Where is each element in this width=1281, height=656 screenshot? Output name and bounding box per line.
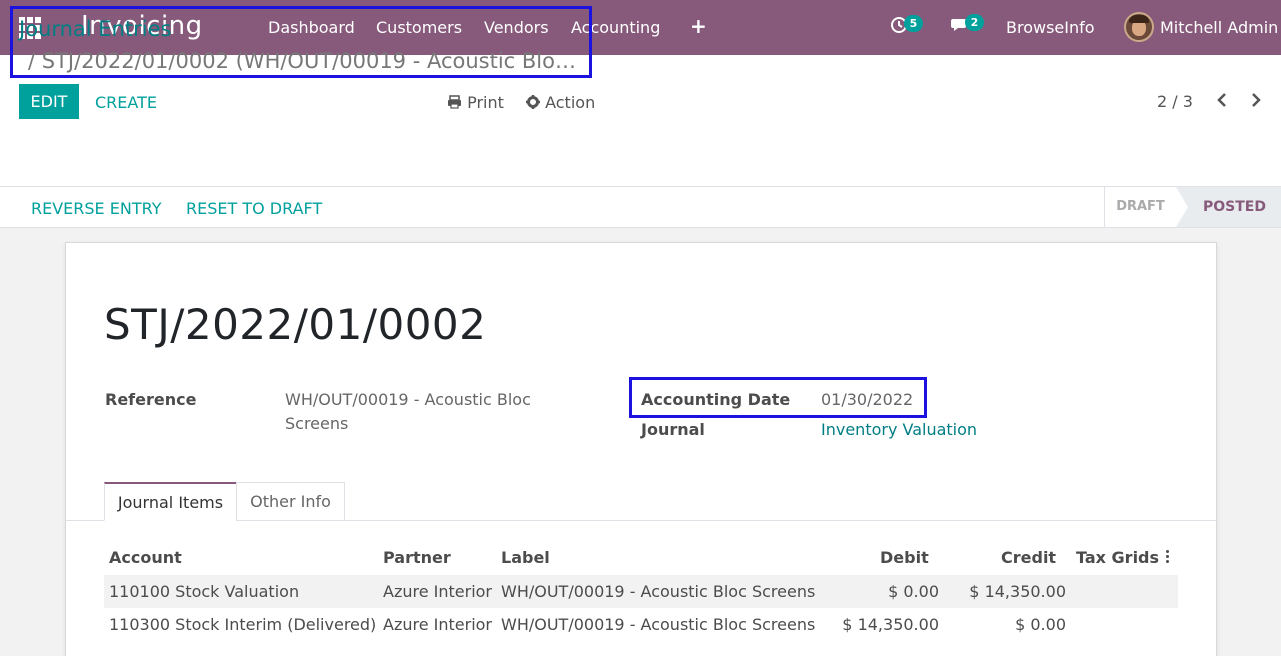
table-row[interactable]: 110300 Stock Interim (Delivered) Azure I… xyxy=(104,608,1178,641)
reset-to-draft-button[interactable]: RESET TO DRAFT xyxy=(186,199,322,218)
create-button[interactable]: CREATE xyxy=(95,93,157,112)
accounting-date-label: Accounting Date xyxy=(641,390,791,409)
chevron-left-icon[interactable] xyxy=(1216,89,1228,113)
journal-label: Journal xyxy=(641,420,705,439)
status-bar: REVERSE ENTRY RESET TO DRAFT DRAFT POSTE… xyxy=(0,187,1281,228)
cell-credit: $ 0.00 xyxy=(1015,615,1066,634)
print-label: Print xyxy=(467,93,504,112)
cell-partner: Azure Interior xyxy=(383,615,493,634)
activity-count-badge: 5 xyxy=(904,15,923,32)
stage-draft: DRAFT xyxy=(1104,187,1176,227)
column-tax-grids[interactable]: Tax Grids xyxy=(1076,548,1159,567)
action-label: Action xyxy=(545,93,596,112)
user-avatar[interactable] xyxy=(1124,12,1154,42)
print-icon xyxy=(448,95,461,109)
print-dropdown[interactable]: Print xyxy=(447,93,504,112)
accounting-date-value: 01/30/2022 xyxy=(821,390,914,409)
message-count-badge: 2 xyxy=(965,14,984,31)
cell-label: WH/OUT/00019 - Acoustic Bloc Screens xyxy=(501,615,816,634)
tab-other-info[interactable]: Other Info xyxy=(236,482,345,521)
edit-button[interactable]: EDIT xyxy=(19,84,79,119)
company-switcher[interactable]: BrowseInfo xyxy=(1006,18,1095,37)
reference-label: Reference xyxy=(105,390,197,409)
action-dropdown[interactable]: Action xyxy=(526,93,595,112)
column-label[interactable]: Label xyxy=(501,548,550,567)
plus-icon[interactable]: + xyxy=(690,14,707,38)
journal-link[interactable]: Inventory Valuation xyxy=(821,420,977,439)
reference-value-line2: Screens xyxy=(285,414,349,433)
stage-posted: POSTED xyxy=(1176,187,1281,227)
cell-label: WH/OUT/00019 - Acoustic Bloc Screens xyxy=(501,582,816,601)
tab-journal-items[interactable]: Journal Items xyxy=(104,482,237,521)
reference-value-line1: WH/OUT/00019 - Acoustic Bloc xyxy=(285,390,531,409)
cell-account: 110300 Stock Interim (Delivered) xyxy=(109,615,377,634)
column-account[interactable]: Account xyxy=(109,548,182,567)
optional-columns-icon[interactable] xyxy=(1166,550,1170,564)
gear-icon xyxy=(526,95,540,109)
breadcrumb-journal-entries[interactable]: Journal Entries xyxy=(19,17,171,41)
table-row[interactable]: 110100 Stock Valuation Azure Interior WH… xyxy=(104,575,1178,608)
chevron-right-icon[interactable] xyxy=(1250,89,1262,113)
column-debit[interactable]: Debit xyxy=(880,548,929,567)
pager-value[interactable]: 2 / 3 xyxy=(1157,92,1193,111)
cell-partner: Azure Interior xyxy=(383,582,493,601)
column-credit[interactable]: Credit xyxy=(1001,548,1056,567)
reverse-entry-button[interactable]: REVERSE ENTRY xyxy=(31,199,161,218)
column-partner[interactable]: Partner xyxy=(383,548,451,567)
cell-debit: $ 0.00 xyxy=(888,582,939,601)
record-title: STJ/2022/01/0002 xyxy=(104,300,487,349)
cell-credit: $ 14,350.00 xyxy=(969,582,1066,601)
user-menu[interactable]: Mitchell Admin xyxy=(1160,18,1278,37)
breadcrumb-current: / STJ/2022/01/0002 (WH/OUT/00019 - Acous… xyxy=(28,49,584,73)
cell-account: 110100 Stock Valuation xyxy=(109,582,300,601)
cell-debit: $ 14,350.00 xyxy=(842,615,939,634)
